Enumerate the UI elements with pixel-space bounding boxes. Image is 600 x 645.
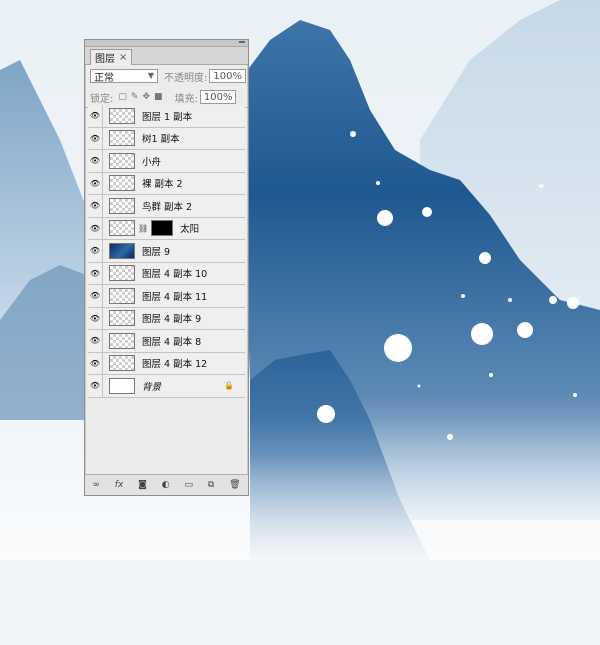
eye-icon[interactable]: 👁: [88, 217, 103, 239]
layer-row[interactable]: 👁 图层 9: [88, 240, 245, 263]
eye-icon[interactable]: 👁: [88, 172, 103, 194]
layers-panel: 图层 × 正常 ▼ 不透明度: 100% 锁定: ▢ ✎ ✥ ■ 填充: 100…: [84, 39, 249, 496]
opacity-input[interactable]: 100%: [209, 69, 246, 83]
layer-name: 鸟群 副本 2: [142, 201, 193, 213]
layer-row[interactable]: 👁 图层 4 副本 12: [88, 352, 245, 375]
layer-row[interactable]: 👁 图层 4 副本 10: [88, 262, 245, 285]
panel-bottom-bar: ∞ fx ◙ ◐ ▭ ⧉ 🗑: [85, 474, 248, 495]
chevron-down-icon: ▼: [147, 71, 154, 80]
blend-mode-value: 正常: [94, 72, 114, 84]
layer-thumbnail: [109, 242, 135, 259]
layer-name: 背景: [142, 381, 162, 393]
mask-icon[interactable]: ◙: [138, 480, 147, 490]
layer-name: 图层 1 副本: [142, 111, 193, 123]
layer-list: 👁 图层 1 副本 👁 树1 副本 👁 小舟 👁 裸 副本 2 👁 鸟群 副本 2 👁 ⛓ 太阳 👁 图层 …: [88, 105, 245, 398]
layer-name: 太阳: [180, 224, 200, 236]
layer-name: 图层 4 副本 11: [142, 291, 208, 303]
layer-row[interactable]: 👁 小舟: [88, 150, 245, 173]
layer-thumbnail: [109, 197, 135, 214]
layer-thumbnail: [109, 332, 135, 349]
layer-name: 树1 副本: [142, 134, 180, 146]
layer-thumbnail: [109, 355, 135, 372]
trash-icon[interactable]: 🗑: [229, 480, 240, 490]
layer-row[interactable]: 👁 图层 4 副本 11: [88, 285, 245, 308]
fill-label: 填充:: [174, 93, 198, 105]
eye-icon[interactable]: 👁: [88, 262, 103, 284]
layer-name: 图层 4 副本 12: [142, 359, 208, 371]
adjustment-icon[interactable]: ◐: [162, 480, 170, 490]
layer-mask-thumbnail[interactable]: [151, 220, 174, 237]
folder-icon[interactable]: ▭: [184, 480, 193, 490]
lock-icon: 🔒: [224, 381, 234, 391]
eye-icon[interactable]: 👁: [88, 240, 103, 262]
panel-title-bar[interactable]: [85, 40, 248, 47]
eye-icon[interactable]: 👁: [88, 195, 103, 217]
lock-transparency-icon[interactable]: ▢: [118, 92, 127, 102]
link-icon[interactable]: ∞: [92, 480, 100, 490]
lock-all-icon[interactable]: ■: [154, 92, 163, 102]
layer-name: 图层 4 副本 8: [142, 336, 202, 348]
eye-icon[interactable]: 👁: [88, 352, 103, 374]
layer-name: 裸 副本 2: [142, 179, 183, 191]
layer-thumbnail: [109, 377, 135, 394]
close-icon[interactable]: ×: [119, 52, 127, 63]
lock-icons: ▢ ✎ ✥ ■: [118, 92, 162, 102]
blend-row: 正常 ▼ 不透明度: 100%: [85, 65, 248, 87]
layer-thumbnail: [109, 265, 135, 282]
layer-name: 图层 4 副本 10: [142, 269, 208, 281]
layer-thumbnail: [109, 130, 135, 147]
tab-layers[interactable]: 图层 ×: [90, 49, 133, 65]
layer-row[interactable]: 👁 图层 4 副本 8: [88, 330, 245, 353]
layer-row[interactable]: 👁 背景 🔒: [88, 375, 245, 398]
eye-icon[interactable]: 👁: [88, 127, 103, 149]
eye-icon[interactable]: 👁: [88, 150, 103, 172]
layer-row[interactable]: 👁 裸 副本 2: [88, 172, 245, 195]
lock-move-icon[interactable]: ✥: [142, 92, 150, 102]
layer-thumbnail: [109, 220, 135, 237]
lock-label: 锁定:: [90, 93, 114, 105]
layer-name: 图层 9: [142, 246, 171, 258]
layer-thumbnail: [109, 152, 135, 169]
layer-thumbnail: [109, 310, 135, 327]
layer-thumbnail: [109, 175, 135, 192]
eye-icon[interactable]: 👁: [88, 105, 103, 127]
chain-icon[interactable]: ⛓: [138, 224, 148, 233]
layer-thumbnail: [109, 287, 135, 304]
layer-thumbnail: [109, 107, 135, 124]
eye-icon[interactable]: 👁: [88, 330, 103, 352]
layer-row[interactable]: 👁 鸟群 副本 2: [88, 195, 245, 218]
layer-row[interactable]: 👁 ⛓ 太阳: [88, 217, 245, 240]
tab-row: 图层 ×: [85, 47, 248, 65]
lock-brush-icon[interactable]: ✎: [131, 92, 139, 102]
tab-layers-label: 图层: [95, 54, 115, 65]
fx-icon[interactable]: fx: [115, 480, 124, 490]
eye-icon[interactable]: 👁: [88, 307, 103, 329]
collapse-icon[interactable]: [239, 41, 245, 43]
layer-name: 小舟: [142, 156, 162, 168]
eye-icon[interactable]: 👁: [88, 285, 103, 307]
eye-icon[interactable]: 👁: [88, 375, 103, 397]
fill-input[interactable]: 100%: [199, 90, 237, 104]
blend-mode-select[interactable]: 正常 ▼: [90, 69, 158, 84]
new-layer-icon[interactable]: ⧉: [208, 480, 214, 490]
layer-row[interactable]: 👁 树1 副本: [88, 127, 245, 150]
layer-row[interactable]: 👁 图层 4 副本 9: [88, 307, 245, 330]
layer-name: 图层 4 副本 9: [142, 314, 202, 326]
opacity-label: 不透明度:: [164, 72, 208, 84]
layer-row[interactable]: 👁 图层 1 副本: [88, 105, 245, 128]
